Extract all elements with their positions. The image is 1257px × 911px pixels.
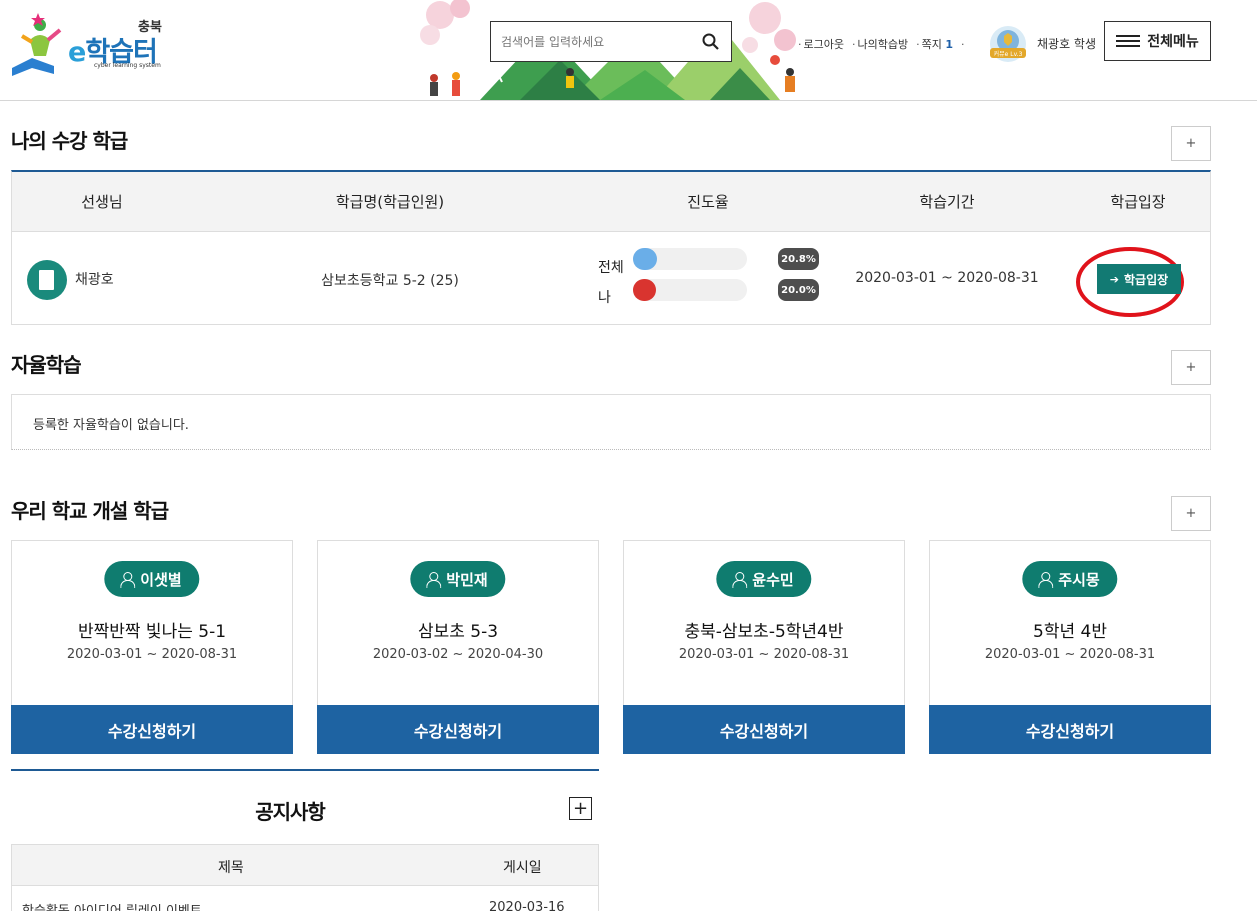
person-icon [426, 571, 442, 588]
card-period: 2020-03-02 ~ 2020-04-30 [372, 647, 544, 662]
top-utility-nav: · 로그아웃 · 나의학습방 · 쪽지 1 · [798, 36, 967, 52]
hamburger-icon [1116, 35, 1141, 47]
class-name[interactable]: 삼보초등학교 5-2 (25) [321, 270, 459, 290]
enter-class-button[interactable]: ➔ 학급입장 [1097, 264, 1181, 294]
apply-button[interactable]: 수강신청하기 [317, 705, 599, 754]
table-row: 채광호 삼보초등학교 5-2 (25) 전체 20.8% 나 20.0% 202… [12, 233, 1210, 325]
col-class-name: 학급명(학급인원) [335, 193, 445, 211]
progress-me-fill [633, 279, 656, 301]
class-card: 윤수민 충북-삼보초-5학년4반 2020-03-01 ~ 2020-08-31… [623, 540, 905, 754]
apply-button[interactable]: 수강신청하기 [929, 705, 1211, 754]
self-study-title: 자율학습 [11, 353, 82, 377]
sign-in-icon: ➔ [1109, 272, 1120, 286]
notice-row[interactable]: 학습활동 아이디어 릴레이 이벤트 2020-03-16 [12, 887, 598, 911]
card-period: 2020-03-01 ~ 2020-08-31 [984, 647, 1156, 662]
card-class-title: 삼보초 5-3 [417, 622, 499, 642]
self-study-more-button[interactable]: + [1171, 350, 1211, 385]
teacher-chip: 윤수민 [716, 561, 812, 597]
col-notice-date: 게시일 [503, 860, 542, 876]
progress-total-value: 20.8% [778, 248, 819, 270]
my-room-link[interactable]: · 나의학습방 [852, 36, 908, 52]
self-study-empty-text: 등록한 자율학습이 없습니다. [33, 418, 189, 433]
school-classes-title: 우리 학교 개설 학급 [11, 499, 169, 523]
notice-title: 공지사항 [255, 800, 326, 824]
notice-more-button[interactable]: + [569, 797, 592, 820]
notice-divider [11, 769, 599, 771]
message-count: 1 [945, 38, 953, 51]
notice-row-title[interactable]: 학습활동 아이디어 릴레이 이벤트 [22, 900, 202, 911]
card-class-title: 5학년 4반 [1033, 622, 1107, 642]
col-teacher: 선생님 [81, 193, 123, 211]
teacher-chip: 박민재 [410, 561, 506, 597]
apply-button[interactable]: 수강신청하기 [11, 705, 293, 754]
level-badge-text: 커뮤e Lv.3 [994, 50, 1023, 58]
table-header: 선생님 학급명(학급인원) 진도율 학습기간 학급입장 [12, 172, 1210, 232]
self-study-box: 등록한 자율학습이 없습니다. [11, 394, 1211, 450]
my-classes-table: 선생님 학급명(학급인원) 진도율 학습기간 학급입장 채광호 삼보초등학교 5… [11, 170, 1211, 325]
teacher-chip: 주시몽 [1022, 561, 1118, 597]
my-classes-title: 나의 수강 학급 [11, 129, 128, 153]
level-badge[interactable]: 커뮤e Lv.3 [986, 24, 1030, 64]
notice-row-date: 2020-03-16 [489, 900, 565, 911]
col-progress: 진도율 [687, 193, 729, 211]
site-logo[interactable]: 충북 e학습터 cyber learning system [10, 10, 170, 78]
apply-button[interactable]: 수강신청하기 [623, 705, 905, 754]
person-icon [120, 571, 136, 588]
progress-total-fill [633, 248, 657, 270]
notice-table: 제목 게시일 학습활동 아이디어 릴레이 이벤트 2020-03-16 [11, 844, 599, 911]
teacher-chip: 이샛별 [104, 561, 200, 597]
enter-class-label: 학급입장 [1124, 272, 1169, 287]
nav-separator: · [961, 37, 965, 51]
full-menu-button[interactable]: 전체메뉴 [1104, 21, 1211, 61]
col-period: 학습기간 [919, 193, 975, 211]
card-class-title: 반짝반짝 빛나는 5-1 [77, 622, 227, 642]
logout-link[interactable]: · 로그아웃 [798, 36, 844, 52]
progress-total-bar [633, 248, 747, 270]
teacher-avatar [27, 260, 67, 300]
class-card: 주시몽 5학년 4반 2020-03-01 ~ 2020-08-31 수강신청하… [929, 540, 1211, 754]
col-notice-title: 제목 [218, 860, 244, 876]
logo-mascot-icon [12, 13, 62, 76]
full-menu-label: 전체메뉴 [1147, 34, 1199, 50]
my-classes-more-button[interactable]: + [1171, 126, 1211, 161]
card-period: 2020-03-01 ~ 2020-08-31 [66, 647, 238, 662]
site-header: 충북 e학습터 cyber learning system 검색어를 입력하세요… [0, 0, 1257, 101]
progress-total-label: 전체 [598, 260, 624, 276]
person-icon [732, 571, 748, 588]
class-card: 박민재 삼보초 5-3 2020-03-02 ~ 2020-04-30 수강신청… [317, 540, 599, 754]
logo-tagline: cyber learning system [94, 62, 161, 69]
search-box[interactable] [490, 21, 732, 62]
user-name: 채광호 학생 [1037, 37, 1097, 51]
card-class-title: 충북-삼보초-5학년4반 [684, 622, 844, 642]
school-classes-more-button[interactable]: + [1171, 496, 1211, 531]
teacher-name: 채광호 [75, 272, 114, 288]
search-input[interactable] [501, 32, 691, 52]
class-card: 이샛별 반짝반짝 빛나는 5-1 2020-03-01 ~ 2020-08-31… [11, 540, 293, 754]
card-period: 2020-03-01 ~ 2020-08-31 [678, 647, 850, 662]
notice-table-header: 제목 게시일 [12, 845, 598, 886]
search-icon[interactable] [701, 32, 721, 52]
progress-me-bar [633, 279, 747, 301]
class-period: 2020-03-01 ~ 2020-08-31 [855, 270, 1039, 286]
col-enter: 학급입장 [1110, 193, 1166, 211]
person-icon [1038, 571, 1054, 588]
messages-link[interactable]: · 쪽지 1 [916, 36, 953, 52]
progress-me-label: 나 [598, 290, 611, 306]
progress-me-value: 20.0% [778, 279, 819, 301]
